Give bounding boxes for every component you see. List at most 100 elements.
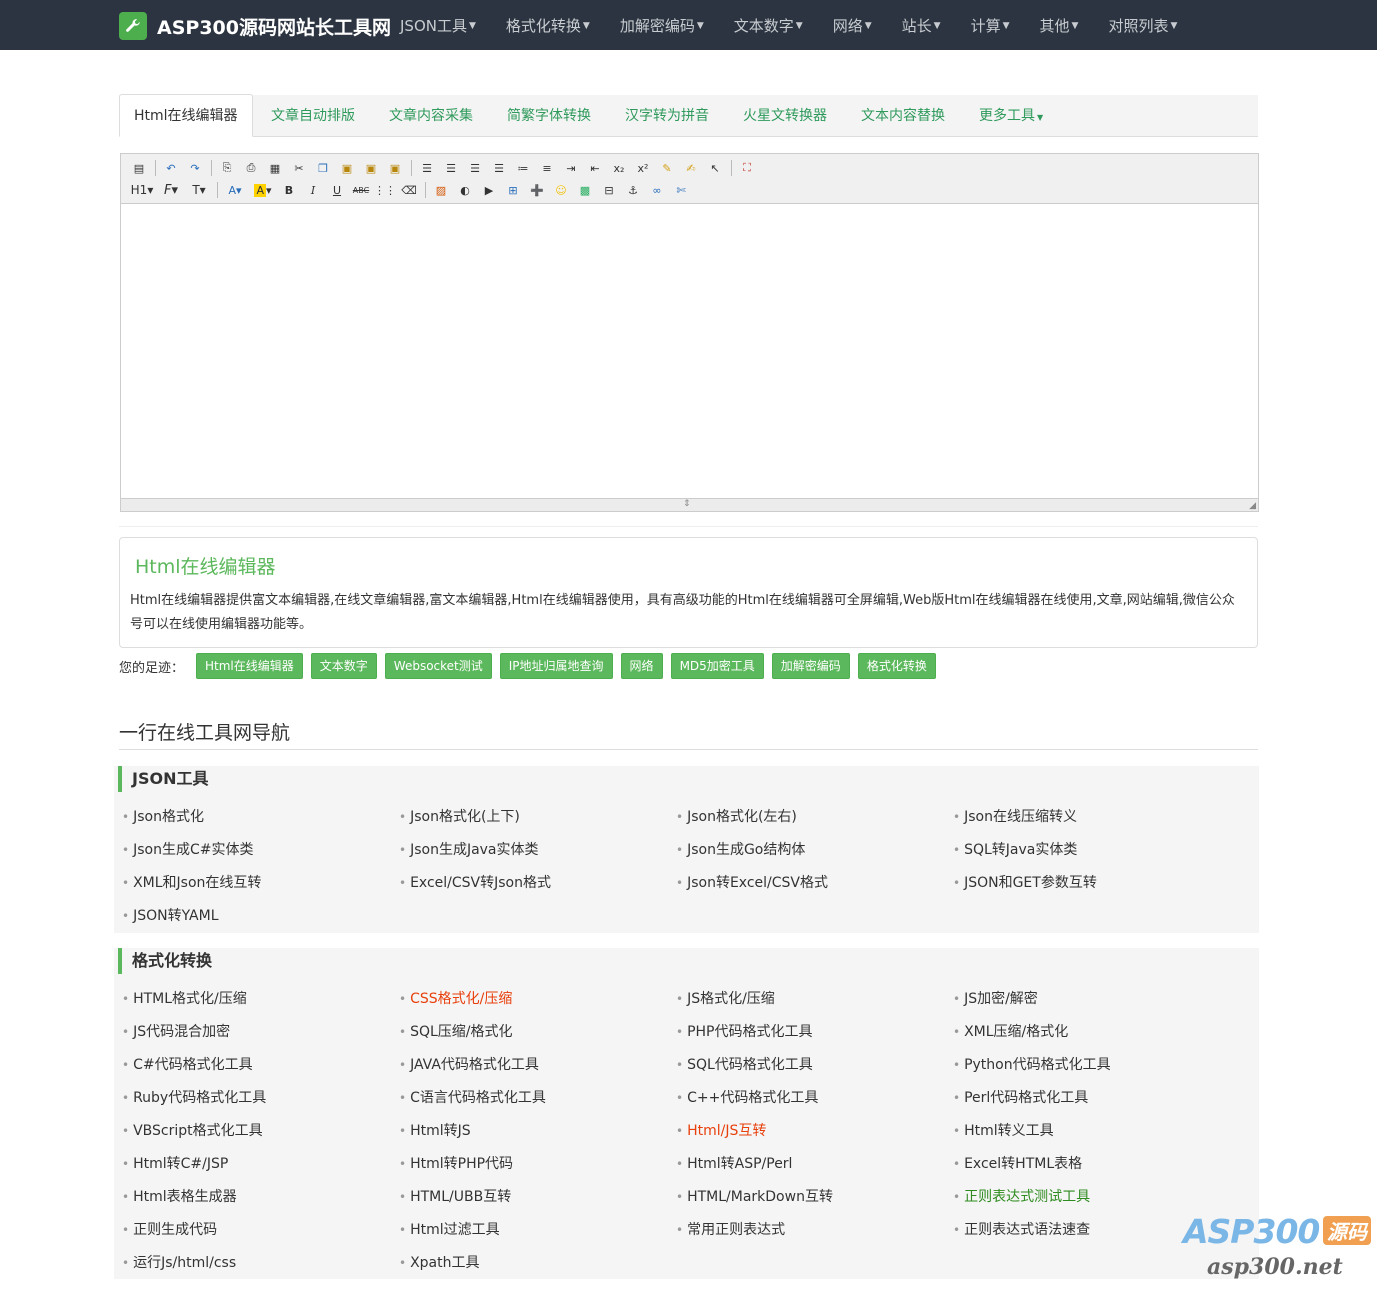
footprint-item[interactable]: IP地址归属地查询 — [499, 653, 613, 679]
nav-tool-link[interactable]: • C++代码格式化工具 — [676, 1087, 818, 1107]
nav-tool-link[interactable]: • 正则表达式测试工具 — [953, 1186, 1090, 1206]
nav-tool-link[interactable]: • HTML格式化/压缩 — [122, 988, 247, 1008]
editor-content-area[interactable] — [121, 204, 1258, 497]
nav-format[interactable]: 格式化转换 ▼ — [506, 15, 590, 36]
anchor-icon[interactable]: ⚓ — [623, 181, 643, 199]
unordered-list-icon[interactable]: ≡ — [537, 159, 557, 177]
insert-table-icon[interactable]: ⊞ — [503, 181, 523, 199]
ordered-list-icon[interactable]: ≔ — [513, 159, 533, 177]
nav-tool-link[interactable]: • 正则生成代码 — [122, 1219, 217, 1239]
nav-tool-link[interactable]: • Json格式化 — [122, 806, 204, 826]
footprint-item[interactable]: 文本数字 — [310, 653, 377, 679]
nav-tool-link[interactable]: • Excel/CSV转Json格式 — [399, 872, 551, 892]
link-icon[interactable]: ∞ — [647, 181, 667, 199]
nav-json[interactable]: JSON工具 ▼ — [400, 15, 476, 36]
source-icon[interactable]: ▤ — [129, 159, 149, 177]
insert-flash-icon[interactable]: ◐ — [455, 181, 475, 199]
preview-icon[interactable]: ⎘ — [217, 159, 237, 177]
nav-tool-link[interactable]: • Xpath工具 — [399, 1252, 480, 1272]
select-all-icon[interactable]: ✍ — [681, 159, 701, 177]
nav-tool-link[interactable]: • JS加密/解密 — [953, 988, 1038, 1008]
nav-tool-link[interactable]: • JSON和GET参数互转 — [953, 872, 1097, 892]
cut-icon[interactable]: ✂ — [289, 159, 309, 177]
nav-tool-link[interactable]: • Ruby代码格式化工具 — [122, 1087, 266, 1107]
template-icon[interactable]: ▦ — [265, 159, 285, 177]
nav-tool-link[interactable]: • Excel转HTML表格 — [953, 1153, 1082, 1173]
nav-crypto[interactable]: 加解密编码 ▼ — [620, 15, 704, 36]
tab-text-replace[interactable]: 文本内容替换 — [861, 95, 945, 136]
nav-tool-link[interactable]: • Json生成Go结构体 — [676, 839, 805, 859]
resize-handle-icon[interactable]: ⇕ — [683, 499, 691, 509]
nav-tool-link[interactable]: • 正则表达式语法速查 — [953, 1219, 1090, 1239]
tab-html-editor[interactable]: Html在线编辑器 — [119, 94, 253, 137]
nav-tool-link[interactable]: • JSON转YAML — [122, 905, 219, 925]
tab-auto-layout[interactable]: 文章自动排版 — [271, 95, 355, 136]
table-grid-icon[interactable]: ⋮⋮ — [374, 181, 396, 199]
nav-tool-link[interactable]: • Json在线压缩转义 — [953, 806, 1077, 826]
copy-icon[interactable]: ❐ — [313, 159, 333, 177]
align-right-icon[interactable]: ☰ — [465, 159, 485, 177]
align-center-icon[interactable]: ☰ — [441, 159, 461, 177]
nav-webmaster[interactable]: 站长 ▼ — [902, 15, 941, 36]
footprint-item[interactable]: Websocket测试 — [384, 653, 492, 679]
nav-tool-link[interactable]: • C#代码格式化工具 — [122, 1054, 253, 1074]
nav-tool-link[interactable]: • XML和Json在线互转 — [122, 872, 261, 892]
align-justify-icon[interactable]: ☰ — [489, 159, 509, 177]
nav-tool-link[interactable]: • Json转Excel/CSV格式 — [676, 872, 828, 892]
outdent-icon[interactable]: ⇤ — [585, 159, 605, 177]
tab-martian[interactable]: 火星文转换器 — [743, 95, 827, 136]
paste-icon[interactable]: ▣ — [337, 159, 357, 177]
nav-reference[interactable]: 对照列表 ▼ — [1108, 15, 1177, 36]
insert-image-icon[interactable]: ▨ — [431, 181, 451, 199]
align-left-icon[interactable]: ☰ — [417, 159, 437, 177]
paste-word-icon[interactable]: ▣ — [385, 159, 405, 177]
insert-media-icon[interactable]: ▶ — [479, 181, 499, 199]
nav-tool-link[interactable]: • Html过滤工具 — [399, 1219, 500, 1239]
font-family-dropdown[interactable]: F ▾ — [159, 181, 183, 199]
highlight-dropdown[interactable]: A ▾ — [251, 181, 275, 199]
font-color-dropdown[interactable]: A ▾ — [223, 181, 247, 199]
footprint-item[interactable]: 格式化转换 — [857, 653, 936, 679]
unlink-icon[interactable]: ✄ — [671, 181, 691, 199]
page-break-icon[interactable]: ⊟ — [599, 181, 619, 199]
nav-tool-link[interactable]: • SQL转Java实体类 — [953, 839, 1077, 859]
strikethrough-icon[interactable]: ABC — [351, 181, 371, 199]
footprint-item[interactable]: 加解密编码 — [771, 653, 850, 679]
nav-tool-link[interactable]: • JS格式化/压缩 — [676, 988, 775, 1008]
nav-tool-link[interactable]: • SQL代码格式化工具 — [676, 1054, 813, 1074]
font-size-dropdown[interactable]: T ▾ — [187, 181, 211, 199]
footprint-item[interactable]: Html在线编辑器 — [196, 653, 303, 679]
subscript-icon[interactable]: x₂ — [609, 159, 629, 177]
superscript-icon[interactable]: x² — [633, 159, 653, 177]
emoticon-icon[interactable]: ☺ — [551, 181, 571, 199]
heading-dropdown[interactable]: H1 ▾ — [129, 181, 155, 199]
nav-tool-link[interactable]: • Html转ASP/Perl — [676, 1153, 792, 1173]
tab-content-collect[interactable]: 文章内容采集 — [389, 95, 473, 136]
tab-simp-trad[interactable]: 简繁字体转换 — [507, 95, 591, 136]
nav-tool-link[interactable]: • Json格式化(上下) — [399, 806, 520, 826]
nav-text[interactable]: 文本数字 ▼ — [734, 15, 803, 36]
nav-tool-link[interactable]: • 常用正则表达式 — [676, 1219, 785, 1239]
footprint-item[interactable]: 网络 — [620, 653, 663, 679]
nav-other[interactable]: 其他 ▼ — [1040, 15, 1079, 36]
nav-tool-link[interactable]: • Html转JS — [399, 1120, 471, 1140]
nav-tool-link[interactable]: • JAVA代码格式化工具 — [399, 1054, 539, 1074]
nav-tool-link[interactable]: • Html转义工具 — [953, 1120, 1054, 1140]
fullscreen-icon[interactable]: ⛶ — [737, 159, 757, 177]
nav-tool-link[interactable]: • CSS格式化/压缩 — [399, 988, 512, 1008]
nav-tool-link[interactable]: • C语言代码格式化工具 — [399, 1087, 546, 1107]
nav-tool-link[interactable]: • HTML/MarkDown互转 — [676, 1186, 833, 1206]
print-icon[interactable]: ⎙ — [241, 159, 261, 177]
cursor-icon[interactable]: ↖ — [705, 159, 725, 177]
nav-tool-link[interactable]: • Python代码格式化工具 — [953, 1054, 1111, 1074]
brand-logo[interactable]: ASP300源码网站长工具网 — [119, 12, 391, 40]
insert-hr-icon[interactable]: ➕ — [527, 181, 547, 199]
indent-icon[interactable]: ⇥ — [561, 159, 581, 177]
nav-network[interactable]: 网络 ▼ — [833, 15, 872, 36]
nav-tool-link[interactable]: • Json生成C#实体类 — [122, 839, 253, 859]
nav-tool-link[interactable]: • VBScript格式化工具 — [122, 1120, 263, 1140]
paste-text-icon[interactable]: ▣ — [361, 159, 381, 177]
eraser-icon[interactable]: ⌫ — [399, 181, 419, 199]
tab-pinyin[interactable]: 汉字转为拼音 — [625, 95, 709, 136]
underline-icon[interactable]: U — [327, 181, 347, 199]
